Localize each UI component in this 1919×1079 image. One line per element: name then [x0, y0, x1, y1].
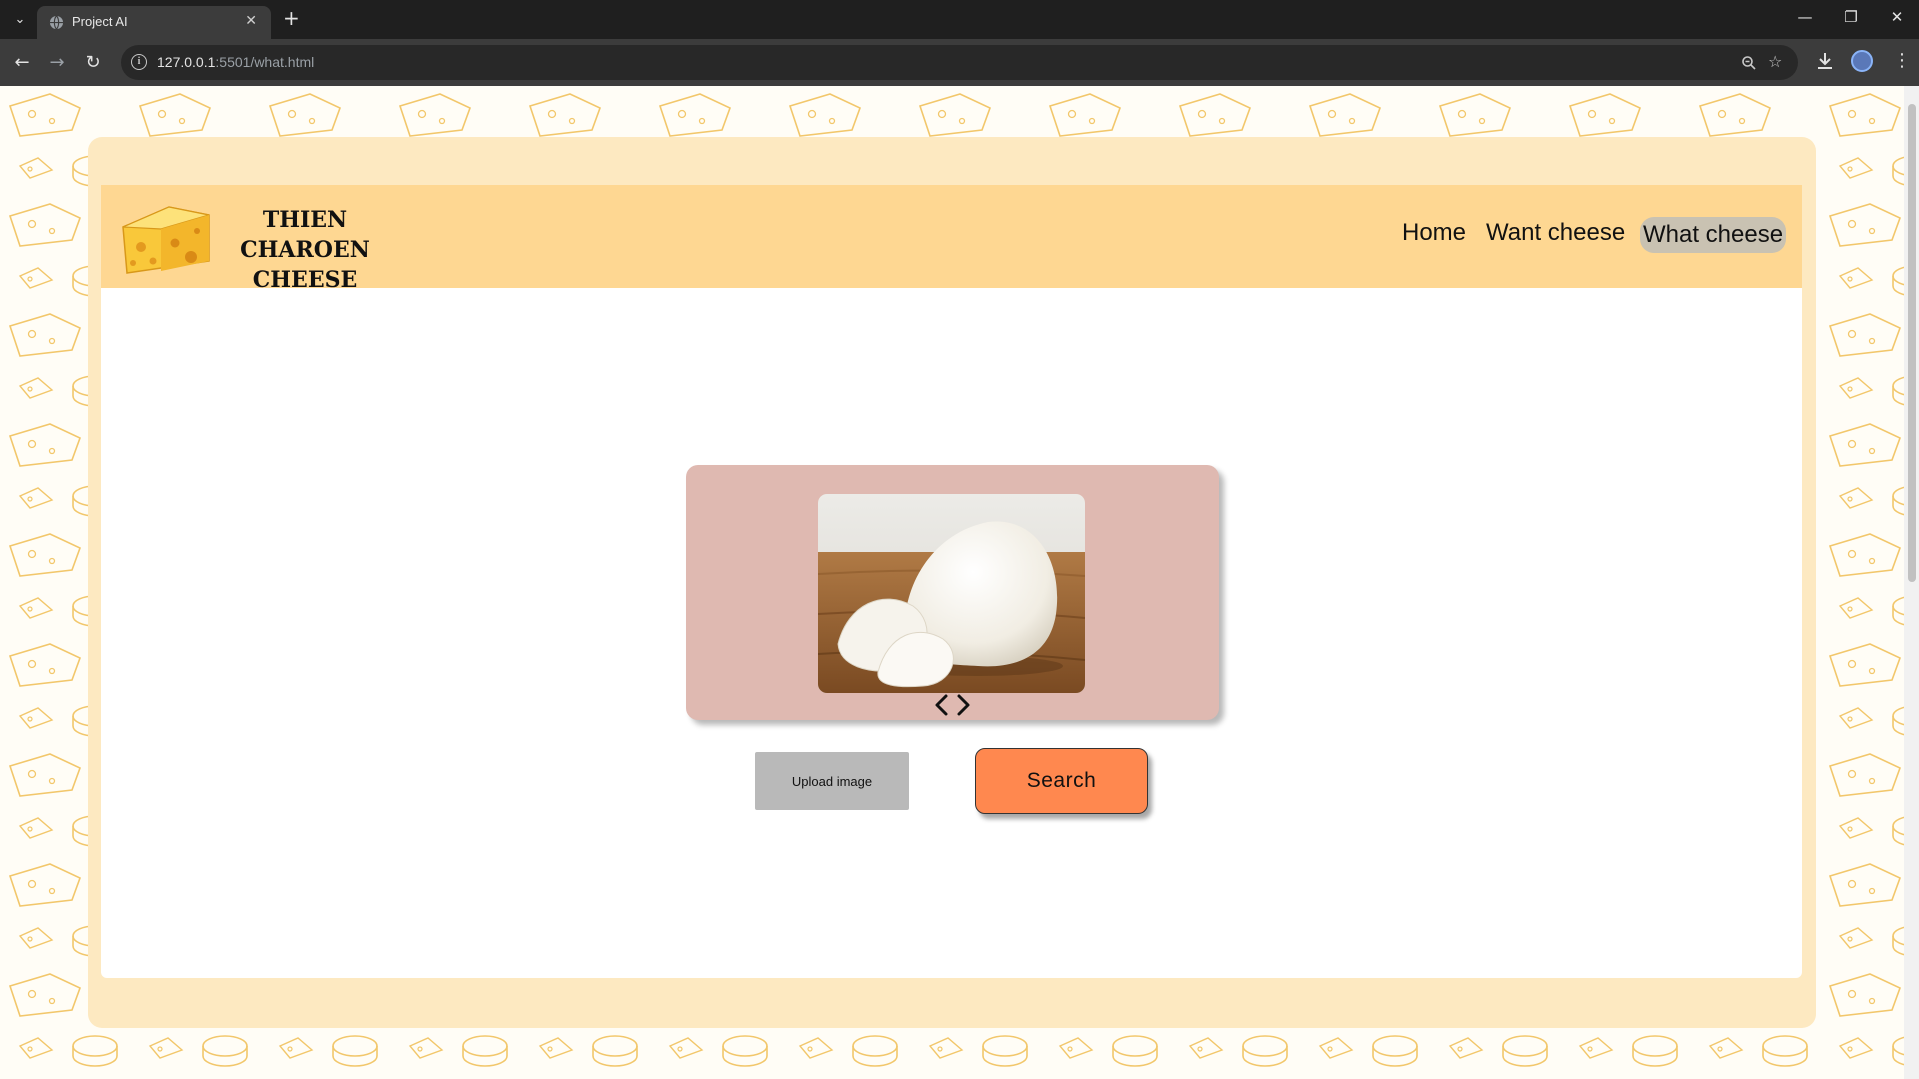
favicon-globe-icon [49, 15, 64, 30]
menu-kebab-icon[interactable]: ⋮ [1893, 50, 1911, 71]
reload-icon[interactable]: ↻ [81, 51, 105, 75]
cheese-logo-icon[interactable] [117, 199, 213, 275]
close-window-icon[interactable]: ✕ [1882, 8, 1912, 26]
new-tab-icon[interactable]: + [283, 7, 300, 29]
carousel-prev-icon[interactable] [932, 693, 952, 717]
address-bar[interactable]: i 127.0.0.1:5501/what.html ☆ [121, 45, 1798, 80]
upload-image-button[interactable]: Upload image [755, 752, 909, 810]
brand-name[interactable]: THIEN CHAROEN CHEESE [215, 205, 395, 295]
site-info-icon[interactable]: i [131, 54, 147, 70]
minimize-icon[interactable]: — [1790, 8, 1820, 26]
nav-what-cheese-link[interactable]: What cheese [1640, 217, 1787, 253]
search-button[interactable]: Search [975, 748, 1148, 814]
close-icon[interactable]: ✕ [245, 13, 257, 29]
tab-search-icon[interactable]: ⌄ [10, 10, 30, 30]
browser-toolbar: ← → ↻ i 127.0.0.1:5501/what.html ☆ ⋮ [0, 39, 1919, 86]
tab-title: Project AI [72, 14, 128, 29]
nav-want-cheese-link[interactable]: Want cheese [1486, 219, 1625, 247]
download-icon[interactable] [1816, 51, 1834, 71]
profile-avatar[interactable] [1851, 50, 1873, 72]
browser-tab[interactable]: Project AI ✕ [37, 6, 271, 39]
restore-icon[interactable]: ❐ [1836, 8, 1866, 26]
page-viewport: THIEN CHAROEN CHEESE Home Want cheese Wh… [0, 86, 1904, 1079]
zoom-icon[interactable] [1741, 55, 1757, 71]
url-text[interactable]: 127.0.0.1:5501/what.html [157, 54, 314, 70]
nav-home-link[interactable]: Home [1402, 219, 1466, 247]
back-icon[interactable]: ← [10, 51, 34, 75]
carousel-next-icon[interactable] [953, 693, 973, 717]
forward-icon[interactable]: → [45, 51, 69, 75]
page-scrollbar-thumb[interactable] [1908, 104, 1916, 582]
bookmark-star-icon[interactable]: ☆ [1768, 52, 1782, 71]
browser-tabstrip: ⌄ Project AI ✕ + — ❐ ✕ [0, 0, 1919, 39]
cheese-photo [818, 494, 1085, 693]
